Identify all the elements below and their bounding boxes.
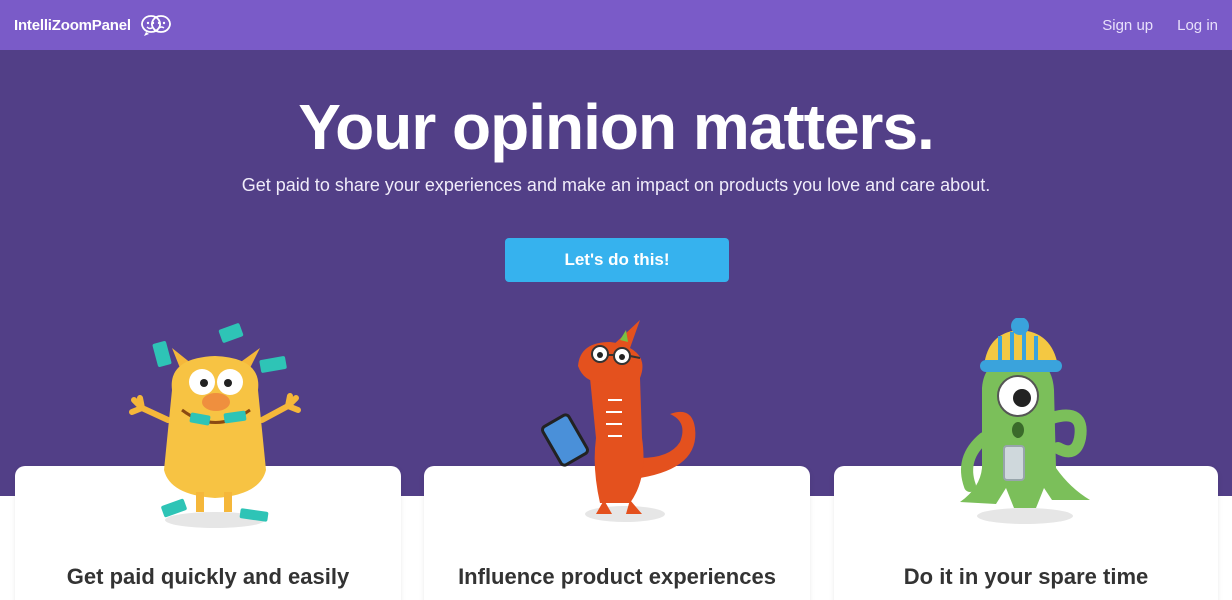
yellow-monster-with-money-icon — [129, 323, 301, 528]
hero-title: Your opinion matters. — [298, 91, 935, 163]
lets-do-this-button[interactable]: Let's do this! — [505, 238, 729, 282]
feature-card-title: Influence product experiences — [458, 564, 776, 589]
top-navbar: IntelliZoomPanel Sign up Log in — [0, 0, 1232, 50]
log-in-link[interactable]: Log in — [1177, 17, 1218, 34]
speech-bubbles-logo-icon — [141, 15, 171, 36]
hero-subtitle: Get paid to share your experiences and m… — [241, 175, 991, 195]
brand-name: IntelliZoomPanel — [14, 16, 131, 34]
green-cyclops-with-phone-icon — [960, 318, 1090, 524]
feature-card-title: Do it in your spare time — [903, 564, 1149, 589]
orange-dragon-with-tablet-icon — [540, 320, 696, 522]
sign-up-link[interactable]: Sign up — [1102, 17, 1153, 34]
auth-links: Sign up Log in — [1102, 17, 1218, 34]
feature-card-title: Get paid quickly and easily — [66, 564, 350, 589]
brand-link[interactable]: IntelliZoomPanel — [14, 13, 173, 37]
